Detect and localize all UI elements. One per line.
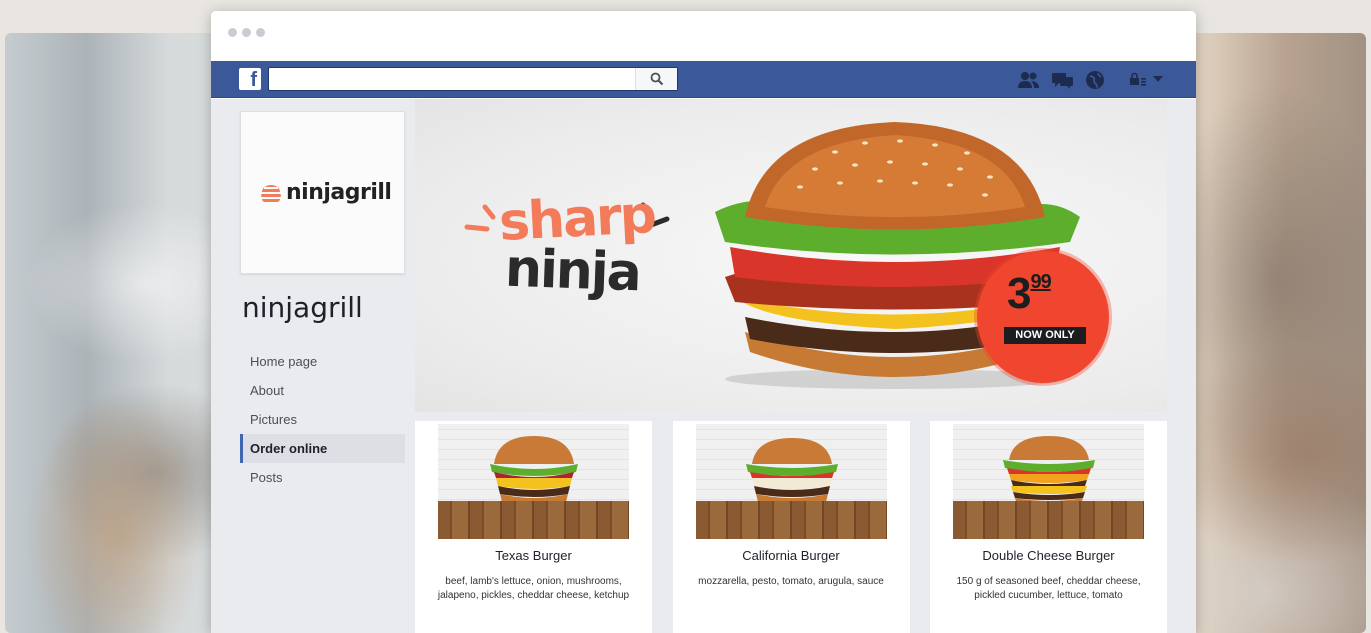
browser-window: f ninjagrill ninjagrill Home page About … <box>211 11 1196 633</box>
product-title: Double Cheese Burger <box>982 548 1115 563</box>
facebook-logo-icon[interactable]: f <box>239 68 261 91</box>
friends-icon[interactable] <box>1017 71 1041 94</box>
price-value: 399 <box>1007 269 1052 319</box>
nav-item-about[interactable]: About <box>240 376 405 405</box>
brand-logo: ninjagrill <box>260 180 392 205</box>
facebook-page: ninjagrill ninjagrill Home page About Pi… <box>211 99 1196 633</box>
price-main: 3 <box>1007 269 1032 318</box>
window-controls <box>228 28 265 37</box>
page-title: ninjagrill <box>242 291 363 324</box>
product-card[interactable]: Texas Burger beef, lamb's lettuce, onion… <box>415 421 652 633</box>
window-dot[interactable] <box>256 28 265 37</box>
window-dot[interactable] <box>228 28 237 37</box>
facebook-top-bar: f <box>211 61 1196 98</box>
product-image <box>953 424 1144 539</box>
burger-thumb <box>745 438 838 505</box>
nav-item-pictures[interactable]: Pictures <box>240 405 405 434</box>
dropdown-icon <box>1153 76 1163 82</box>
profile-picture[interactable]: ninjagrill <box>240 111 405 274</box>
product-title: California Burger <box>742 548 840 563</box>
brand-logo-text: ninjagrill <box>286 180 392 205</box>
product-description: mozzarella, pesto, tomato, arugula, sauc… <box>698 576 884 587</box>
product-description: beef, lamb's lettuce, onion, mushrooms, … <box>437 576 630 601</box>
cover-slogan: sharp ninja <box>463 185 673 339</box>
search-input[interactable] <box>275 71 625 87</box>
account-menu[interactable] <box>1129 72 1163 86</box>
nav-item-order-online[interactable]: Order online <box>240 434 405 463</box>
product-card[interactable]: Double Cheese Burger 150 g of seasoned b… <box>930 421 1167 633</box>
lock-icon <box>1130 72 1146 86</box>
notification-icons <box>1017 70 1105 95</box>
wooden-table <box>953 501 1144 539</box>
product-card[interactable]: California Burger mozzarella, pesto, tom… <box>672 421 910 633</box>
wooden-table <box>438 501 629 539</box>
page-navigation: Home page About Pictures Order online Po… <box>240 347 405 492</box>
price-cents: 99 <box>1030 271 1051 293</box>
window-dot[interactable] <box>242 28 251 37</box>
search-icon <box>650 72 664 86</box>
globe-icon[interactable] <box>1085 70 1105 95</box>
burger-thumb <box>490 436 578 505</box>
nav-item-posts[interactable]: Posts <box>240 463 405 492</box>
product-title: Texas Burger <box>495 548 572 563</box>
messages-icon[interactable] <box>1051 71 1075 94</box>
browser-titlebar <box>211 11 1196 61</box>
product-list: Texas Burger beef, lamb's lettuce, onion… <box>415 421 1167 633</box>
product-description: 150 g of seasoned beef, cheddar cheese, … <box>956 576 1141 601</box>
wooden-table <box>695 501 887 539</box>
price-badge: 399 NOW ONLY <box>977 251 1109 383</box>
cover-photo[interactable]: sharp ninja 399 NOW ONLY <box>415 99 1167 412</box>
burger-logo-icon <box>261 184 281 202</box>
product-image <box>438 424 629 539</box>
search-button[interactable] <box>635 68 677 90</box>
nav-item-home-page[interactable]: Home page <box>240 347 405 376</box>
product-image <box>695 424 887 539</box>
splash-marks-icon <box>464 204 496 232</box>
search-bar[interactable] <box>268 67 678 91</box>
slogan-line-2: ninja <box>503 238 641 304</box>
price-note: NOW ONLY <box>1004 327 1086 344</box>
burger-thumb <box>1003 436 1095 506</box>
